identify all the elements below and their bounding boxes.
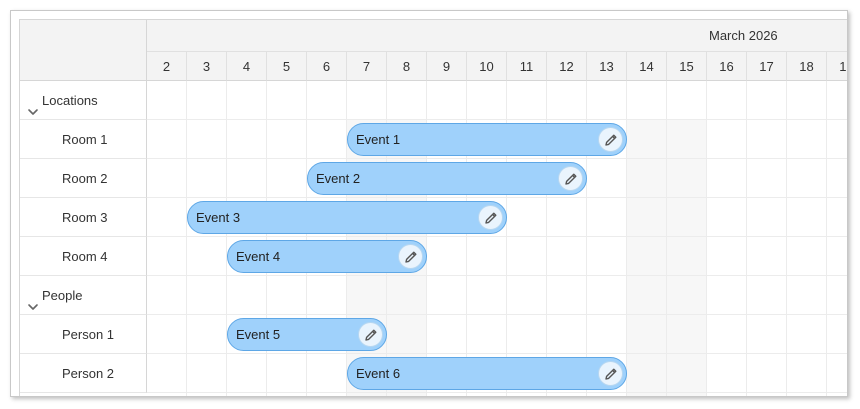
resource-row-header: Room 1 — [20, 120, 147, 159]
event-bar[interactable]: Event 3 — [187, 201, 507, 234]
row-headers: Locations Room 1 Room 2 Room 3 Room 4 People P… — [20, 81, 147, 396]
day-header-cell: 2 — [147, 52, 187, 81]
event-label: Event 2 — [316, 171, 361, 186]
scheduler: March 2026 2345678910111213141516171819 … — [19, 19, 847, 396]
chevron-down-icon[interactable] — [26, 290, 40, 310]
row-header-label: Room 2 — [62, 171, 108, 186]
resource-group-header[interactable]: Locations — [20, 81, 147, 120]
resource-row-header: Room 2 — [20, 159, 147, 198]
resource-group-header[interactable]: People — [20, 276, 147, 315]
day-header-cell: 3 — [187, 52, 227, 81]
month-label: March 2026 — [709, 28, 778, 43]
day-header-cell: 6 — [307, 52, 347, 81]
grid-column-line — [226, 81, 227, 396]
day-header-cell: 10 — [467, 52, 507, 81]
scheduler-corner — [20, 20, 147, 81]
event-bar[interactable]: Event 5 — [227, 318, 387, 351]
grid-row[interactable] — [147, 276, 847, 315]
grid-column-line — [706, 81, 707, 396]
row-header-label: People — [42, 288, 83, 303]
row-header-label: Room 3 — [62, 210, 108, 225]
event-bar[interactable]: Event 4 — [227, 240, 427, 273]
row-header-label: Room 4 — [62, 249, 108, 264]
pencil-icon[interactable] — [478, 205, 503, 230]
scheduler-frame: March 2026 2345678910111213141516171819 … — [10, 10, 848, 397]
event-bar[interactable]: Event 6 — [347, 357, 627, 390]
row-header-label: Room 1 — [62, 132, 108, 147]
resource-row-header: Room 3 — [20, 198, 147, 237]
day-header-cell: 11 — [507, 52, 547, 81]
grid-column-line — [186, 81, 187, 396]
grid-column-line — [666, 81, 667, 396]
grid-column-line — [746, 81, 747, 396]
day-header-cell: 15 — [667, 52, 707, 81]
day-header-cell: 9 — [427, 52, 467, 81]
day-header-cell: 19 — [827, 52, 847, 81]
month-header: March 2026 — [147, 20, 847, 52]
day-header-cell: 12 — [547, 52, 587, 81]
event-bar[interactable]: Event 2 — [307, 162, 587, 195]
day-header-cell: 17 — [747, 52, 787, 81]
event-bar[interactable]: Event 1 — [347, 123, 627, 156]
grid-column-line — [786, 81, 787, 396]
scheduler-grid[interactable]: Event 1 Event 2 Event 3 Event 4 Event 5 Event… — [147, 81, 847, 396]
event-label: Event 4 — [236, 249, 281, 264]
row-header-label: Locations — [42, 93, 98, 108]
grid-row[interactable] — [147, 81, 847, 120]
day-header-cell: 8 — [387, 52, 427, 81]
resource-row-header: Room 4 — [20, 237, 147, 276]
day-header-cell: 4 — [227, 52, 267, 81]
event-label: Event 6 — [356, 366, 401, 381]
pencil-icon[interactable] — [558, 166, 583, 191]
row-header-label: Person 1 — [62, 327, 115, 342]
pencil-icon[interactable] — [598, 361, 623, 386]
day-header-cell: 18 — [787, 52, 827, 81]
pencil-icon[interactable] — [358, 322, 383, 347]
row-header-label: Person 2 — [62, 366, 115, 381]
pencil-icon[interactable] — [398, 244, 423, 269]
day-header-cell: 14 — [627, 52, 667, 81]
day-header-cell: 5 — [267, 52, 307, 81]
resource-row-header: Person 2 — [20, 354, 147, 393]
day-header-cell: 7 — [347, 52, 387, 81]
event-label: Event 1 — [356, 132, 401, 147]
day-header-cell: 16 — [707, 52, 747, 81]
event-label: Event 5 — [236, 327, 281, 342]
event-label: Event 3 — [196, 210, 241, 225]
resource-row-header: Person 1 — [20, 315, 147, 354]
grid-column-line — [826, 81, 827, 396]
day-header-cell: 13 — [587, 52, 627, 81]
grid-column-line — [626, 81, 627, 396]
chevron-down-icon[interactable] — [26, 95, 40, 115]
pencil-icon[interactable] — [598, 127, 623, 152]
time-header: March 2026 2345678910111213141516171819 — [147, 20, 847, 81]
